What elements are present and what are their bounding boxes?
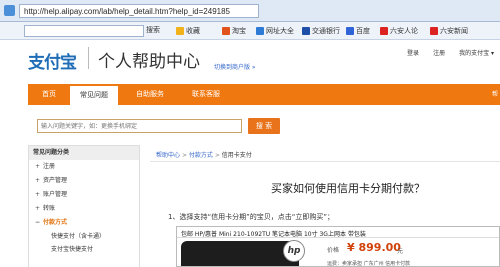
price-label: 价格	[327, 247, 340, 254]
sidebar-item-transfer[interactable]: + 转账	[29, 202, 139, 216]
bookmark-bocom[interactable]: 交通银行	[302, 26, 340, 36]
expand-plus-icon: +	[35, 191, 41, 198]
expand-plus-icon: +	[35, 177, 41, 184]
expand-plus-icon: +	[35, 163, 41, 170]
price-unit: 元	[397, 248, 404, 255]
logo-divider	[88, 47, 89, 69]
breadcrumb-separator: >	[181, 152, 187, 159]
sidebar-item-register[interactable]: + 注册	[29, 160, 139, 174]
breadcrumb-separator: >	[214, 152, 220, 159]
help-search-button[interactable]: 搜 索	[248, 118, 280, 134]
nav-faq[interactable]: 常见问题	[70, 84, 118, 105]
breadcrumb-current: 信用卡支付	[221, 152, 252, 159]
bookmark-site-directory[interactable]: 网址大全	[256, 26, 294, 36]
bookmark-taobao[interactable]: 淘宝	[222, 26, 246, 36]
toolbar-search-button[interactable]: 搜索	[146, 25, 160, 35]
nav-home[interactable]: 首页	[28, 84, 70, 105]
sidebar-subitem-express-pay[interactable]: 快捷支付（含卡通）	[29, 230, 139, 243]
step-1-text: 1、选择支持“信用卡分期”的宝贝，点击“立即购买”；	[168, 213, 334, 221]
my-alipay-link[interactable]: 我的支付宝 ▾	[459, 48, 494, 57]
breadcrumb-payment-methods[interactable]: 付款方式	[189, 152, 213, 159]
product-example-image: 包邮 HP/惠普 Mini 210-1092TU 笔记本电脑 10寸 3G上网本…	[176, 226, 500, 267]
taobao-icon	[222, 27, 230, 35]
laptop-image	[181, 241, 299, 266]
breadcrumb-help-center[interactable]: 帮助中心	[156, 152, 180, 159]
site-title: 个人帮助中心	[98, 52, 200, 72]
bookmark-luan-forum[interactable]: 六安人论	[380, 26, 418, 36]
article-title: 买家如何使用信用卡分期付款？	[271, 182, 425, 195]
nav-contact[interactable]: 联系客服	[180, 84, 232, 105]
browser-address-bar: http://help.alipay.com/lab/help_detail.h…	[0, 0, 500, 22]
toolbar-search-input[interactable]	[24, 25, 144, 37]
url-field[interactable]: http://help.alipay.com/lab/help_detail.h…	[19, 4, 259, 18]
sidebar-item-account[interactable]: + 账户管理	[29, 188, 139, 202]
page-favicon-icon	[4, 5, 15, 16]
browser-toolbar: 搜索 收藏 淘宝 网址大全 交通银行 百度 六安人论 六安新闻	[0, 22, 500, 40]
forum-icon	[380, 27, 388, 35]
sidebar-subitem-alipay-express[interactable]: 支付宝快捷支付	[29, 243, 139, 256]
product-price: ¥ 899.00	[347, 241, 401, 254]
breadcrumb: 帮助中心 > 付款方式 > 信用卡支付	[156, 150, 252, 159]
product-meta: 运费：卖家承担 广东广州 信用卡付款	[327, 261, 411, 267]
nav-right-text[interactable]: 帮	[492, 84, 498, 105]
content-divider	[150, 161, 500, 162]
help-search-field[interactable]	[37, 119, 242, 133]
bank-icon	[302, 27, 310, 35]
baidu-icon	[346, 27, 354, 35]
help-search-input[interactable]	[38, 120, 241, 132]
switch-merchant-link[interactable]: 切换到商户版 »	[214, 62, 256, 71]
register-link[interactable]: 注册	[433, 48, 445, 57]
bookmark-baidu[interactable]: 百度	[346, 26, 370, 36]
page: http://help.alipay.com/lab/help_detail.h…	[0, 0, 500, 267]
bookmark-favorites[interactable]: 收藏	[176, 26, 200, 36]
url-text: http://help.alipay.com/lab/help_detail.h…	[24, 7, 230, 16]
nav-self-service[interactable]: 自助服务	[124, 84, 176, 105]
category-sidebar: 常见问题分类 + 注册 + 资产管理 + 账户管理 + 转账 − 付款方式 快捷支付（含卡…	[28, 145, 140, 267]
product-divider	[177, 237, 499, 238]
news-icon	[430, 27, 438, 35]
account-links: 登录 注册 我的支付宝 ▾	[407, 48, 494, 57]
login-link[interactable]: 登录	[407, 48, 419, 57]
alipay-logo[interactable]: 支付宝	[28, 48, 77, 73]
main-nav: 首页 常见问题 自助服务 联系客服 帮	[28, 84, 500, 105]
sidebar-item-payment-methods[interactable]: − 付款方式	[29, 216, 139, 230]
star-icon	[176, 27, 184, 35]
bookmark-luan-news[interactable]: 六安新闻	[430, 26, 468, 36]
hp-logo-icon: hp	[283, 240, 305, 262]
globe-icon	[256, 27, 264, 35]
collapse-minus-icon: −	[35, 219, 41, 226]
expand-plus-icon: +	[35, 205, 41, 212]
sidebar-heading: 常见问题分类	[29, 146, 139, 160]
sidebar-item-assets[interactable]: + 资产管理	[29, 174, 139, 188]
